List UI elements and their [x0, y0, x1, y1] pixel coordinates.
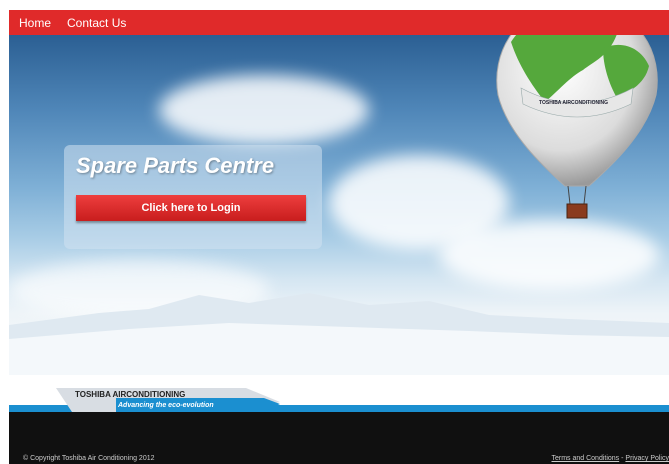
- footer-links: Terms and Conditions - Privacy Policy: [551, 455, 669, 462]
- hero-banner: TOSHIBA AIRCONDITIONING Spare Parts Cent…: [9, 35, 669, 375]
- top-nav: Home Contact Us: [9, 10, 669, 35]
- brand-logo: TOSHIBA AIRCONDITIONING Advancing the ec…: [56, 384, 280, 414]
- login-panel: Spare Parts Centre Click here to Login: [64, 145, 322, 249]
- balloon-label: TOSHIBA AIRCONDITIONING: [539, 100, 608, 106]
- brand-tagline: Advancing the eco-evolution: [118, 402, 214, 409]
- terms-link[interactable]: Terms and Conditions: [551, 455, 619, 462]
- nav-contact-link[interactable]: Contact Us: [67, 16, 126, 30]
- brand-name: TOSHIBA AIRCONDITIONING: [75, 390, 186, 399]
- nav-home-link[interactable]: Home: [19, 16, 51, 30]
- copyright-text: © Copyright Toshiba Air Conditioning 201…: [23, 455, 155, 462]
- login-button[interactable]: Click here to Login: [76, 195, 306, 221]
- privacy-link[interactable]: Privacy Policy: [625, 455, 669, 462]
- mountains-image: [9, 293, 669, 375]
- page-title: Spare Parts Centre: [76, 153, 275, 178]
- hot-air-balloon-image: [496, 35, 658, 219]
